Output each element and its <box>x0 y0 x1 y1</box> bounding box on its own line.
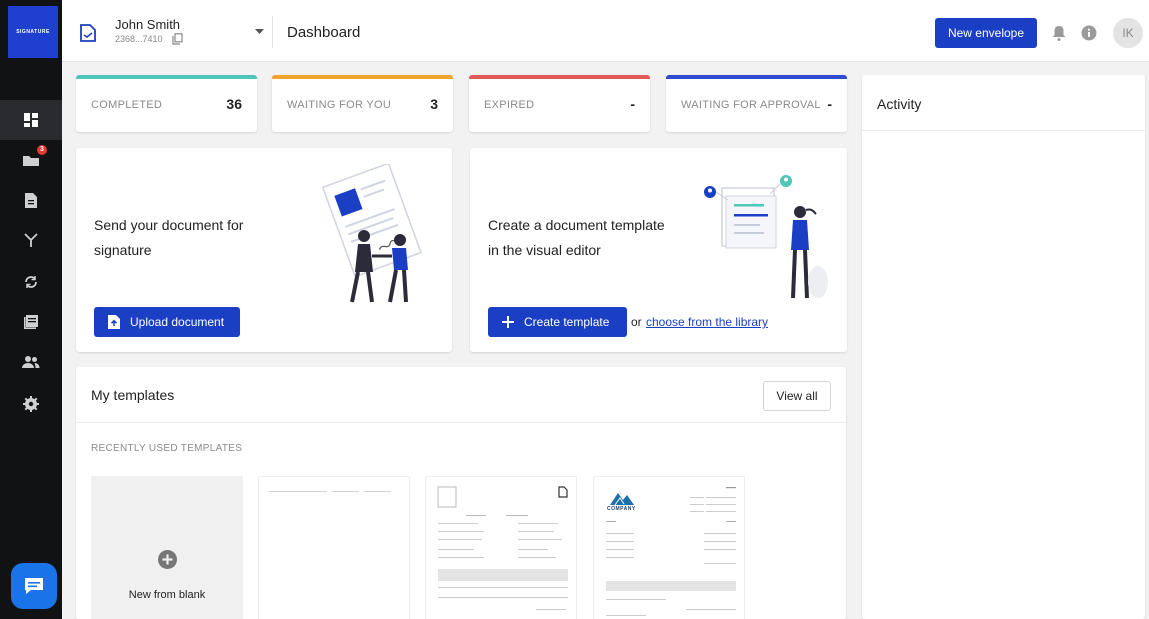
document-icon <box>25 192 37 208</box>
upload-document-button[interactable]: Upload document <box>94 307 240 337</box>
stat-label: COMPLETED <box>91 99 163 111</box>
template-thumbnail <box>269 491 391 492</box>
template-card-2[interactable] <box>425 476 577 619</box>
stat-color-bar <box>469 75 650 79</box>
templates-icon <box>24 315 38 329</box>
template-thumbnail <box>437 486 568 610</box>
template-thumbnail <box>606 487 736 616</box>
contacts-icon <box>22 356 40 368</box>
stat-card-waiting-for-approval[interactable]: WAITING FOR APPROVAL - <box>666 75 847 132</box>
my-templates-title: My templates <box>91 387 175 403</box>
sidebar-item-settings[interactable] <box>0 384 62 424</box>
account-document-icon <box>80 24 96 42</box>
view-all-button[interactable]: View all <box>763 381 831 411</box>
sidebar-item-templates[interactable] <box>0 302 62 342</box>
choose-from-library-link[interactable]: choose from the library <box>646 315 768 329</box>
sidebar-item-dashboard[interactable] <box>0 100 62 140</box>
stat-value: 3 <box>430 96 438 112</box>
stat-label: WAITING FOR YOU <box>287 99 392 111</box>
company-logo-text: COMPANY <box>607 506 636 512</box>
new-from-blank-card[interactable]: New from blank <box>91 476 243 619</box>
sidebar-item-workflows[interactable] <box>0 220 62 260</box>
new-envelope-button[interactable]: New envelope <box>935 18 1037 48</box>
page-title: Dashboard <box>287 24 361 41</box>
stat-color-bar <box>76 75 257 79</box>
chat-icon <box>25 578 43 594</box>
stat-value: - <box>827 96 832 112</box>
logo-text: SIGNATURE <box>16 29 50 35</box>
create-template-text: Create a document template in the visual… <box>488 217 665 258</box>
create-template-card: Create a document template in the visual… <box>470 148 847 352</box>
sidebar-item-inbox[interactable]: 3 <box>0 140 62 180</box>
upload-icon <box>108 315 120 329</box>
header-divider <box>272 16 273 48</box>
dashboard-icon <box>24 113 38 127</box>
new-from-blank-label: New from blank <box>128 589 206 601</box>
send-document-text: Send your document for signature <box>94 217 244 258</box>
notifications-bell-icon[interactable] <box>1052 25 1066 41</box>
app-logo[interactable]: SIGNATURE <box>8 6 58 58</box>
stat-card-waiting-for-you[interactable]: WAITING FOR YOU 3 <box>272 75 453 132</box>
send-document-card: Send your document for signature Upload … <box>76 148 452 352</box>
account-id: 2368...7410 <box>115 34 163 44</box>
plus-icon <box>502 316 514 328</box>
stat-value: 36 <box>226 96 242 112</box>
stat-card-expired[interactable]: EXPIRED - <box>469 75 650 132</box>
create-template-label: Create template <box>524 315 610 329</box>
top-header: John Smith 2368...7410 Dashboard New env… <box>62 0 1149 62</box>
sidebar-item-sync[interactable] <box>0 262 62 302</box>
info-icon[interactable] <box>1081 25 1097 41</box>
or-text: or <box>631 315 642 329</box>
user-avatar[interactable]: IK <box>1113 18 1143 48</box>
activity-title: Activity <box>877 96 922 112</box>
copy-icon[interactable] <box>172 33 183 45</box>
recently-used-label: RECENTLY USED TEMPLATES <box>91 443 243 454</box>
stat-label: WAITING FOR APPROVAL <box>681 99 821 111</box>
template-editor-illustration <box>704 175 828 299</box>
sidebar: SIGNATURE 3 <box>0 0 62 619</box>
account-dropdown-caret-icon[interactable] <box>255 29 264 35</box>
template-card-1[interactable] <box>258 476 410 619</box>
sync-icon <box>25 276 37 288</box>
stat-color-bar <box>666 75 847 79</box>
my-templates-panel: My templates View all RECENTLY USED TEMP… <box>76 367 846 619</box>
stat-label: EXPIRED <box>484 99 535 111</box>
sidebar-item-contacts[interactable] <box>0 342 62 382</box>
stat-value: - <box>630 96 635 112</box>
stat-card-completed[interactable]: COMPLETED 36 <box>76 75 257 132</box>
chat-button[interactable] <box>11 563 57 609</box>
template-card-3[interactable]: COMPANY <box>593 476 745 619</box>
signing-handshake-illustration <box>321 164 422 303</box>
my-templates-header: My templates View all <box>76 367 846 423</box>
sidebar-item-documents[interactable] <box>0 180 62 220</box>
create-template-button[interactable]: Create template <box>488 307 627 337</box>
upload-document-label: Upload document <box>130 315 225 329</box>
inbox-badge: 3 <box>37 145 47 155</box>
inbox-icon <box>23 156 39 166</box>
workflow-icon <box>24 233 38 247</box>
activity-panel: Activity <box>862 75 1145 619</box>
account-name[interactable]: John Smith <box>115 17 180 32</box>
activity-header: Activity <box>862 75 1145 131</box>
plus-circle-icon <box>158 550 177 569</box>
stat-color-bar <box>272 75 453 79</box>
settings-icon <box>23 396 39 412</box>
